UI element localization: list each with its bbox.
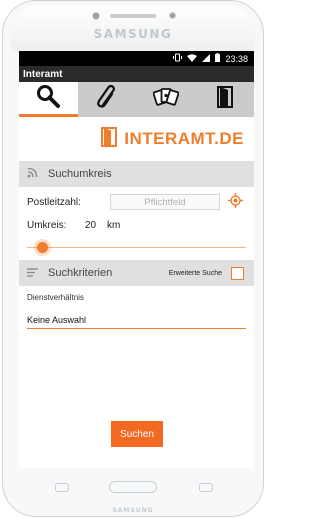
list-icon bbox=[27, 264, 38, 282]
app-title: Interamt bbox=[23, 68, 63, 80]
front-camera-icon bbox=[92, 12, 100, 20]
radius-value: 20 bbox=[85, 220, 97, 231]
vibrate-icon bbox=[173, 53, 183, 64]
app-title-bar: Interamt bbox=[19, 66, 254, 82]
cards-icon bbox=[152, 84, 180, 115]
battery-icon bbox=[215, 53, 221, 64]
radius-unit: km bbox=[107, 220, 121, 231]
home-button[interactable] bbox=[109, 481, 157, 493]
back-button[interactable] bbox=[199, 483, 213, 492]
section-title-suchkriterien: Suchkriterien bbox=[48, 267, 113, 279]
sensor-icon bbox=[169, 12, 176, 19]
extended-search-label: Erweiterte Suche bbox=[168, 269, 222, 277]
logo-row: INTERAMT.DE bbox=[19, 117, 254, 161]
radius-label: Umkreis: bbox=[27, 220, 67, 231]
section-suchumkreis: Suchumkreis bbox=[19, 161, 254, 187]
section-suchkriterien: Suchkriterien Erweiterte Suche bbox=[19, 260, 254, 286]
radius-row: Umkreis: 20 km bbox=[19, 217, 254, 234]
signal-icon bbox=[202, 53, 211, 64]
status-bar: 23:38 bbox=[19, 51, 254, 66]
postcode-label: Postleitzahl: bbox=[27, 196, 81, 208]
wifi-icon bbox=[187, 53, 198, 64]
dienstverhaeltnis-select[interactable]: Keine Auswahl bbox=[27, 315, 246, 329]
status-time: 23:38 bbox=[225, 53, 248, 64]
tab-search[interactable] bbox=[19, 82, 78, 117]
tab-attachments[interactable] bbox=[78, 82, 137, 117]
search-icon bbox=[35, 83, 61, 114]
slider-track[interactable] bbox=[27, 247, 246, 248]
recent-apps-button[interactable] bbox=[55, 483, 69, 492]
radius-slider[interactable] bbox=[19, 234, 254, 260]
speaker-grille bbox=[110, 14, 156, 18]
logo-door-icon bbox=[100, 126, 120, 152]
search-button[interactable]: Suchen bbox=[111, 421, 163, 447]
tab-logout[interactable] bbox=[195, 82, 254, 117]
dienstverhaeltnis-block: Dienstverhältnis Keine Auswahl bbox=[19, 286, 254, 329]
extended-search-checkbox[interactable] bbox=[231, 266, 244, 280]
tab-bar bbox=[19, 82, 254, 117]
bottom-brand-label: SAMSUNG bbox=[112, 507, 154, 514]
screen: 23:38 Interamt INTERAMT.DE Suchumkreis P… bbox=[19, 51, 254, 468]
logo-text: INTERAMT.DE bbox=[124, 129, 244, 148]
door-exit-icon bbox=[212, 84, 238, 115]
locate-me-icon[interactable] bbox=[228, 193, 243, 211]
postcode-input[interactable]: Pflichtfeld bbox=[110, 194, 220, 210]
brand-label: SAMSUNG bbox=[93, 27, 173, 41]
location-signal-icon bbox=[27, 165, 38, 183]
paperclip-icon bbox=[94, 84, 120, 115]
section-title-suchumkreis: Suchumkreis bbox=[48, 168, 112, 180]
slider-thumb[interactable] bbox=[36, 242, 48, 253]
tab-cards[interactable] bbox=[137, 82, 196, 117]
postcode-row: Postleitzahl: Pflichtfeld bbox=[19, 187, 254, 217]
interamt-logo: INTERAMT.DE bbox=[100, 126, 244, 152]
phone-frame: SAMSUNG 23:38 Interamt INTERAMT.DE Suchu… bbox=[2, 0, 264, 517]
dienstverhaeltnis-label: Dienstverhältnis bbox=[27, 293, 84, 302]
